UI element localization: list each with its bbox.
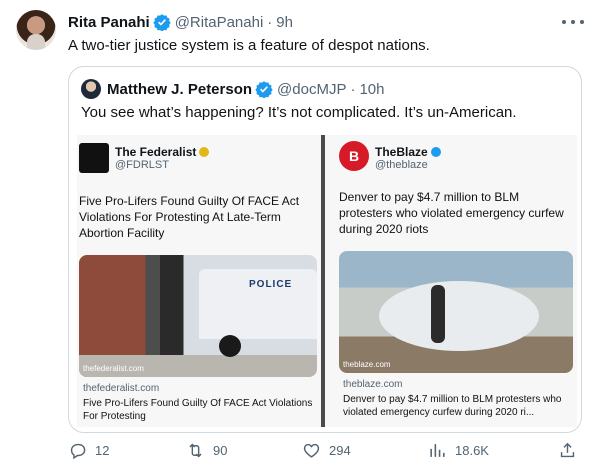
verified-badge-icon — [152, 14, 171, 31]
blue-verified-icon — [430, 147, 441, 157]
repost-button[interactable]: 90 — [186, 440, 227, 460]
reply-button[interactable]: 12 — [68, 440, 109, 460]
reply-count: 12 — [95, 442, 110, 458]
verified-badge-icon — [255, 81, 273, 98]
gold-verified-icon — [199, 147, 210, 157]
quoted-tweet-header: Matthew J. Peterson @docMJP · 10h — [81, 79, 385, 99]
blaze-source-handle: @theblaze — [375, 159, 428, 171]
blaze-screenshot-panel: B TheBlaze @theblaze Denver to pay $4.7 … — [329, 135, 573, 427]
federalist-headline: Five Pro-Lifers Found Guilty Of FACE Act… — [79, 194, 300, 240]
federalist-card-title: Five Pro-Lifers Found Guilty Of FACE Act… — [83, 398, 313, 422]
author-handle[interactable]: @RitaPanahi — [175, 14, 264, 31]
repost-icon — [189, 443, 202, 457]
tweet-text: A two-tier justice system is a feature o… — [68, 37, 430, 54]
police-van-label: POLICE — [249, 279, 293, 290]
federalist-photo-credit: thefederalist.com — [83, 364, 144, 373]
repost-count: 90 — [213, 442, 228, 458]
more-options-icon[interactable] — [562, 12, 584, 32]
tweet-timestamp[interactable]: 9h — [276, 14, 293, 31]
separator-dot: · — [267, 13, 273, 31]
quoted-author-avatar[interactable] — [81, 79, 101, 99]
blaze-card-domain: theblaze.com — [343, 379, 403, 390]
protester-figure — [431, 285, 445, 343]
federalist-source-handle: @FDRLST — [115, 159, 169, 171]
quoted-tweet-timestamp[interactable]: 10h — [359, 81, 384, 98]
author-name[interactable]: Rita Panahi — [68, 14, 150, 31]
like-count: 294 — [329, 442, 351, 458]
quoted-author-handle[interactable]: @docMJP — [277, 81, 346, 98]
view-count: 18.6K — [455, 442, 489, 458]
image-divider — [321, 135, 325, 427]
blaze-photo-credit: theblaze.com — [343, 360, 391, 369]
protest-photo: theblaze.com — [339, 251, 573, 373]
analytics-icon — [430, 443, 445, 457]
federalist-logo-icon — [79, 143, 109, 173]
views-button[interactable]: 18.6K — [428, 440, 489, 460]
tweet-header: Rita Panahi @RitaPanahi · 9h — [68, 12, 293, 32]
police-van-photo: POLICE thefederalist.com — [79, 255, 317, 377]
federalist-card-domain: thefederalist.com — [83, 383, 160, 394]
federalist-name-row: The Federalist — [115, 145, 210, 159]
blaze-headline: Denver to pay $4.7 million to BLM protes… — [339, 190, 564, 236]
quoted-tweet-text: You see what’s happening? It’s not compl… — [81, 104, 517, 121]
blaze-source-name: TheBlaze — [375, 145, 428, 159]
share-icon — [560, 442, 575, 457]
action-bar: 12 90 294 18.6K — [68, 440, 578, 460]
federalist-screenshot-panel: The Federalist @FDRLST Five Pro-Lifers F… — [77, 135, 321, 427]
federalist-source-name: The Federalist — [115, 145, 197, 159]
van-wheel — [219, 335, 241, 357]
like-button[interactable]: 294 — [302, 440, 351, 460]
quoted-author-name[interactable]: Matthew J. Peterson — [107, 81, 252, 98]
separator-dot: · — [350, 80, 356, 98]
quoted-tweet[interactable]: Matthew J. Peterson @docMJP · 10h You se… — [68, 66, 582, 433]
tweet[interactable]: Rita Panahi @RitaPanahi · 9h A two-tier … — [0, 0, 598, 472]
reply-icon — [70, 443, 86, 459]
tear-gas-smoke — [379, 281, 539, 351]
author-avatar[interactable] — [16, 10, 56, 50]
share-button[interactable] — [558, 440, 585, 460]
blaze-logo-icon: B — [339, 141, 369, 171]
attached-image[interactable]: The Federalist @FDRLST Five Pro-Lifers F… — [77, 135, 577, 427]
blaze-name-row: TheBlaze — [375, 145, 441, 159]
blaze-card-title: Denver to pay $4.7 million to BLM protes… — [343, 394, 562, 418]
heart-icon — [303, 443, 320, 458]
